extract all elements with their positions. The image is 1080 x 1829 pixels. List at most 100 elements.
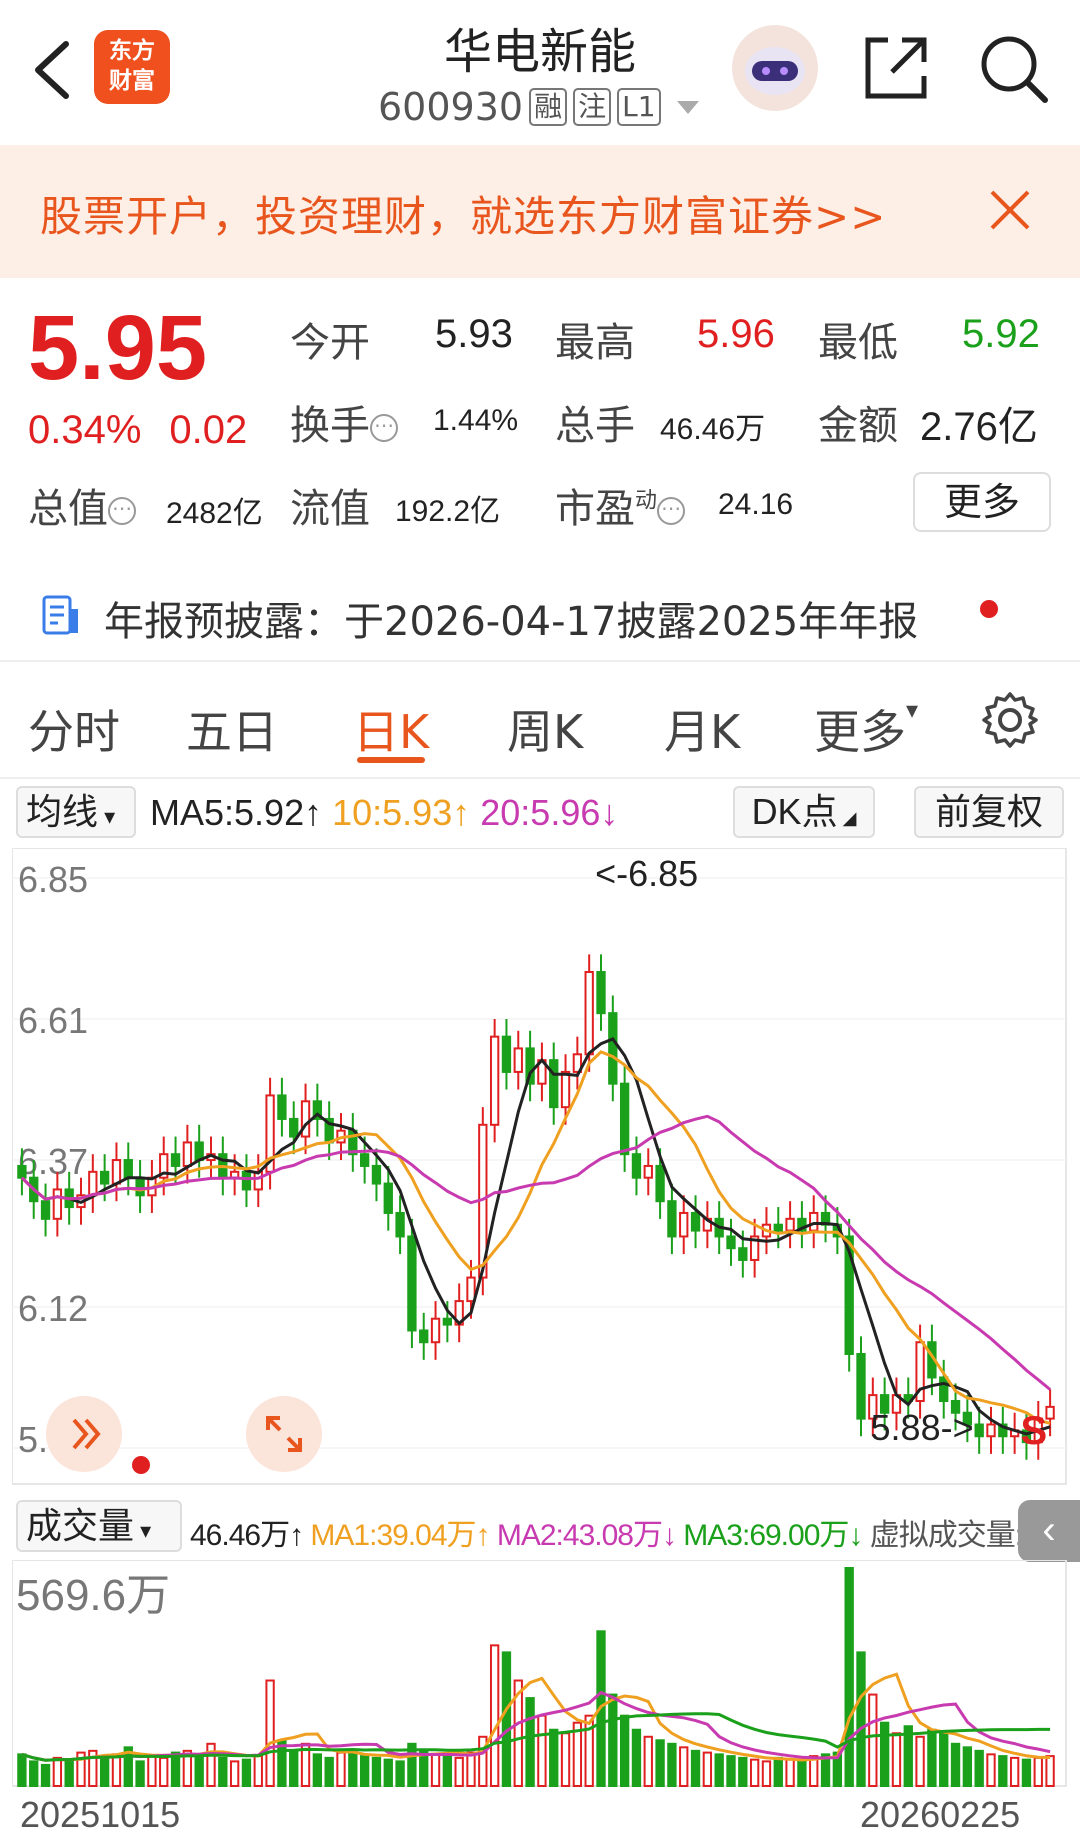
tab-weekly-k[interactable]: 周K	[507, 696, 583, 762]
candle-body	[395, 1211, 405, 1238]
candle-body	[549, 1059, 559, 1109]
pe-value: 24.16	[718, 488, 794, 521]
candle-body	[182, 1141, 193, 1167]
volume-bar	[454, 1756, 464, 1788]
share-icon[interactable]	[858, 30, 934, 106]
volume-bar	[525, 1697, 535, 1787]
candle-body	[643, 1164, 653, 1179]
volume-bar	[879, 1721, 890, 1787]
volume-bar	[915, 1735, 925, 1788]
volume-bar	[229, 1760, 240, 1788]
candle-body	[596, 971, 606, 1015]
volume-bar	[206, 1742, 216, 1788]
volume-bar	[383, 1758, 393, 1787]
candle-body	[111, 1159, 122, 1185]
current-price: 5.95	[28, 297, 208, 399]
stock-code: 600930	[378, 85, 524, 129]
candle-body	[466, 1276, 476, 1303]
volume-bar	[99, 1755, 110, 1787]
volume-bar	[726, 1755, 736, 1787]
turnover-value: 1.44%	[433, 404, 519, 437]
volume-bar	[1033, 1756, 1043, 1788]
volume-bar	[844, 1567, 854, 1787]
vol-ma3-value: MA3:69.00万↓	[683, 1519, 863, 1552]
volume-bar	[643, 1735, 653, 1788]
low-label: 最低	[818, 320, 898, 366]
registration-tag: 注	[573, 88, 612, 126]
start-date: 20251015	[20, 1794, 181, 1829]
float-label: 流值	[290, 486, 370, 532]
candle-body	[289, 1117, 299, 1138]
volume-bar	[289, 1749, 299, 1788]
annual-report-notice[interactable]: 年报预披露：于2026-04-17披露2025年年报	[0, 575, 1080, 659]
volume-bar	[537, 1714, 547, 1787]
chart-tabs: 分时 五日 日K 周K 月K 更多▾	[0, 678, 1080, 778]
turnover-label[interactable]: 换手 ⋯	[290, 393, 398, 451]
high-value: 5.96	[697, 312, 775, 356]
promo-banner[interactable]: 股票开户，投资理财，就选东方财富证券>>	[0, 145, 1080, 278]
collapse-button[interactable]: ‹	[1018, 1500, 1080, 1562]
ma-indicator-row: 均线 ▾ MA5:5.92↑ 10:5.93↑ 20:5.96↓ DK点 ◢ 前…	[0, 786, 1080, 842]
info-icon[interactable]: ⋯	[108, 497, 136, 525]
candle-body	[407, 1235, 417, 1332]
pe-superscript: 动	[635, 488, 658, 514]
expand-left-button[interactable]	[46, 1396, 122, 1472]
ma10-value: 10:5.93↑	[332, 792, 471, 833]
vol-ma2-value: MA2:43.08万↓	[496, 1519, 677, 1552]
kline-chart[interactable]: 6.856.616.376.125.88<-6.855.88->S	[12, 848, 1068, 1486]
close-icon[interactable]	[988, 188, 1032, 232]
volume-bar	[111, 1753, 122, 1788]
volume-bar	[194, 1753, 204, 1788]
volume-bar	[608, 1693, 618, 1787]
candle-body	[277, 1094, 287, 1120]
more-quote-button[interactable]: 更多	[913, 472, 1051, 532]
candle-body	[1045, 1405, 1055, 1420]
candle-body	[584, 971, 594, 1056]
gear-icon[interactable]	[980, 690, 1040, 750]
info-icon[interactable]: ⋯	[370, 414, 398, 442]
robot-assistant-icon[interactable]	[732, 25, 818, 111]
info-icon[interactable]: ⋯	[657, 497, 686, 525]
tab-monthly-k[interactable]: 月K	[664, 696, 740, 762]
volume-bar	[962, 1746, 973, 1788]
volume-bar	[549, 1728, 559, 1787]
open-label: 今开	[290, 320, 370, 366]
dropdown-triangle-icon[interactable]	[676, 100, 699, 114]
date-axis: 20251015 20260225	[0, 1790, 1080, 1829]
dk-point-button[interactable]: DK点 ◢	[733, 786, 875, 838]
candle-body	[809, 1211, 819, 1232]
candle-body	[40, 1200, 51, 1220]
search-icon[interactable]	[975, 30, 1051, 106]
vol-ma1-value: MA1:39.04万↑	[310, 1519, 490, 1552]
candle-body	[489, 1035, 500, 1126]
candle-body	[608, 1012, 618, 1085]
volume-chart[interactable]: 569.6万	[12, 1560, 1068, 1788]
ma-selector[interactable]: 均线 ▾	[16, 786, 136, 838]
pe-label[interactable]: 市盈动 ⋯	[555, 476, 686, 534]
fullscreen-button[interactable]	[246, 1396, 322, 1472]
volume-selector[interactable]: 成交量 ▾	[16, 1500, 182, 1552]
volume-bar	[52, 1756, 63, 1788]
sell-signal: S	[1021, 1409, 1048, 1453]
volume-bar	[501, 1651, 512, 1787]
mktcap-label[interactable]: 总值 ⋯	[28, 476, 136, 534]
stock-code-row[interactable]: 600930 融 注 L1	[378, 85, 699, 129]
high-label: 最高	[555, 320, 635, 366]
max-annotation: <-6.85	[595, 853, 698, 894]
change-amount: 0.02	[169, 408, 248, 452]
candle-body	[501, 1035, 512, 1073]
candle-body	[513, 1047, 523, 1073]
tab-more[interactable]: 更多▾	[814, 696, 918, 762]
candle-body	[856, 1352, 866, 1420]
volume-bar	[147, 1755, 157, 1787]
tab-daily-k[interactable]: 日K	[353, 696, 429, 762]
volume-bar	[690, 1749, 701, 1788]
volume-bar	[974, 1749, 984, 1788]
volume-bar	[891, 1732, 902, 1788]
adjust-button[interactable]: 前复权	[914, 786, 1064, 838]
tab-five-day[interactable]: 五日	[186, 696, 278, 762]
tab-intraday[interactable]: 分时	[28, 696, 120, 762]
candle-body	[667, 1200, 677, 1238]
volume-bar	[1021, 1758, 1032, 1787]
ma10-line	[20, 1050, 1051, 1425]
